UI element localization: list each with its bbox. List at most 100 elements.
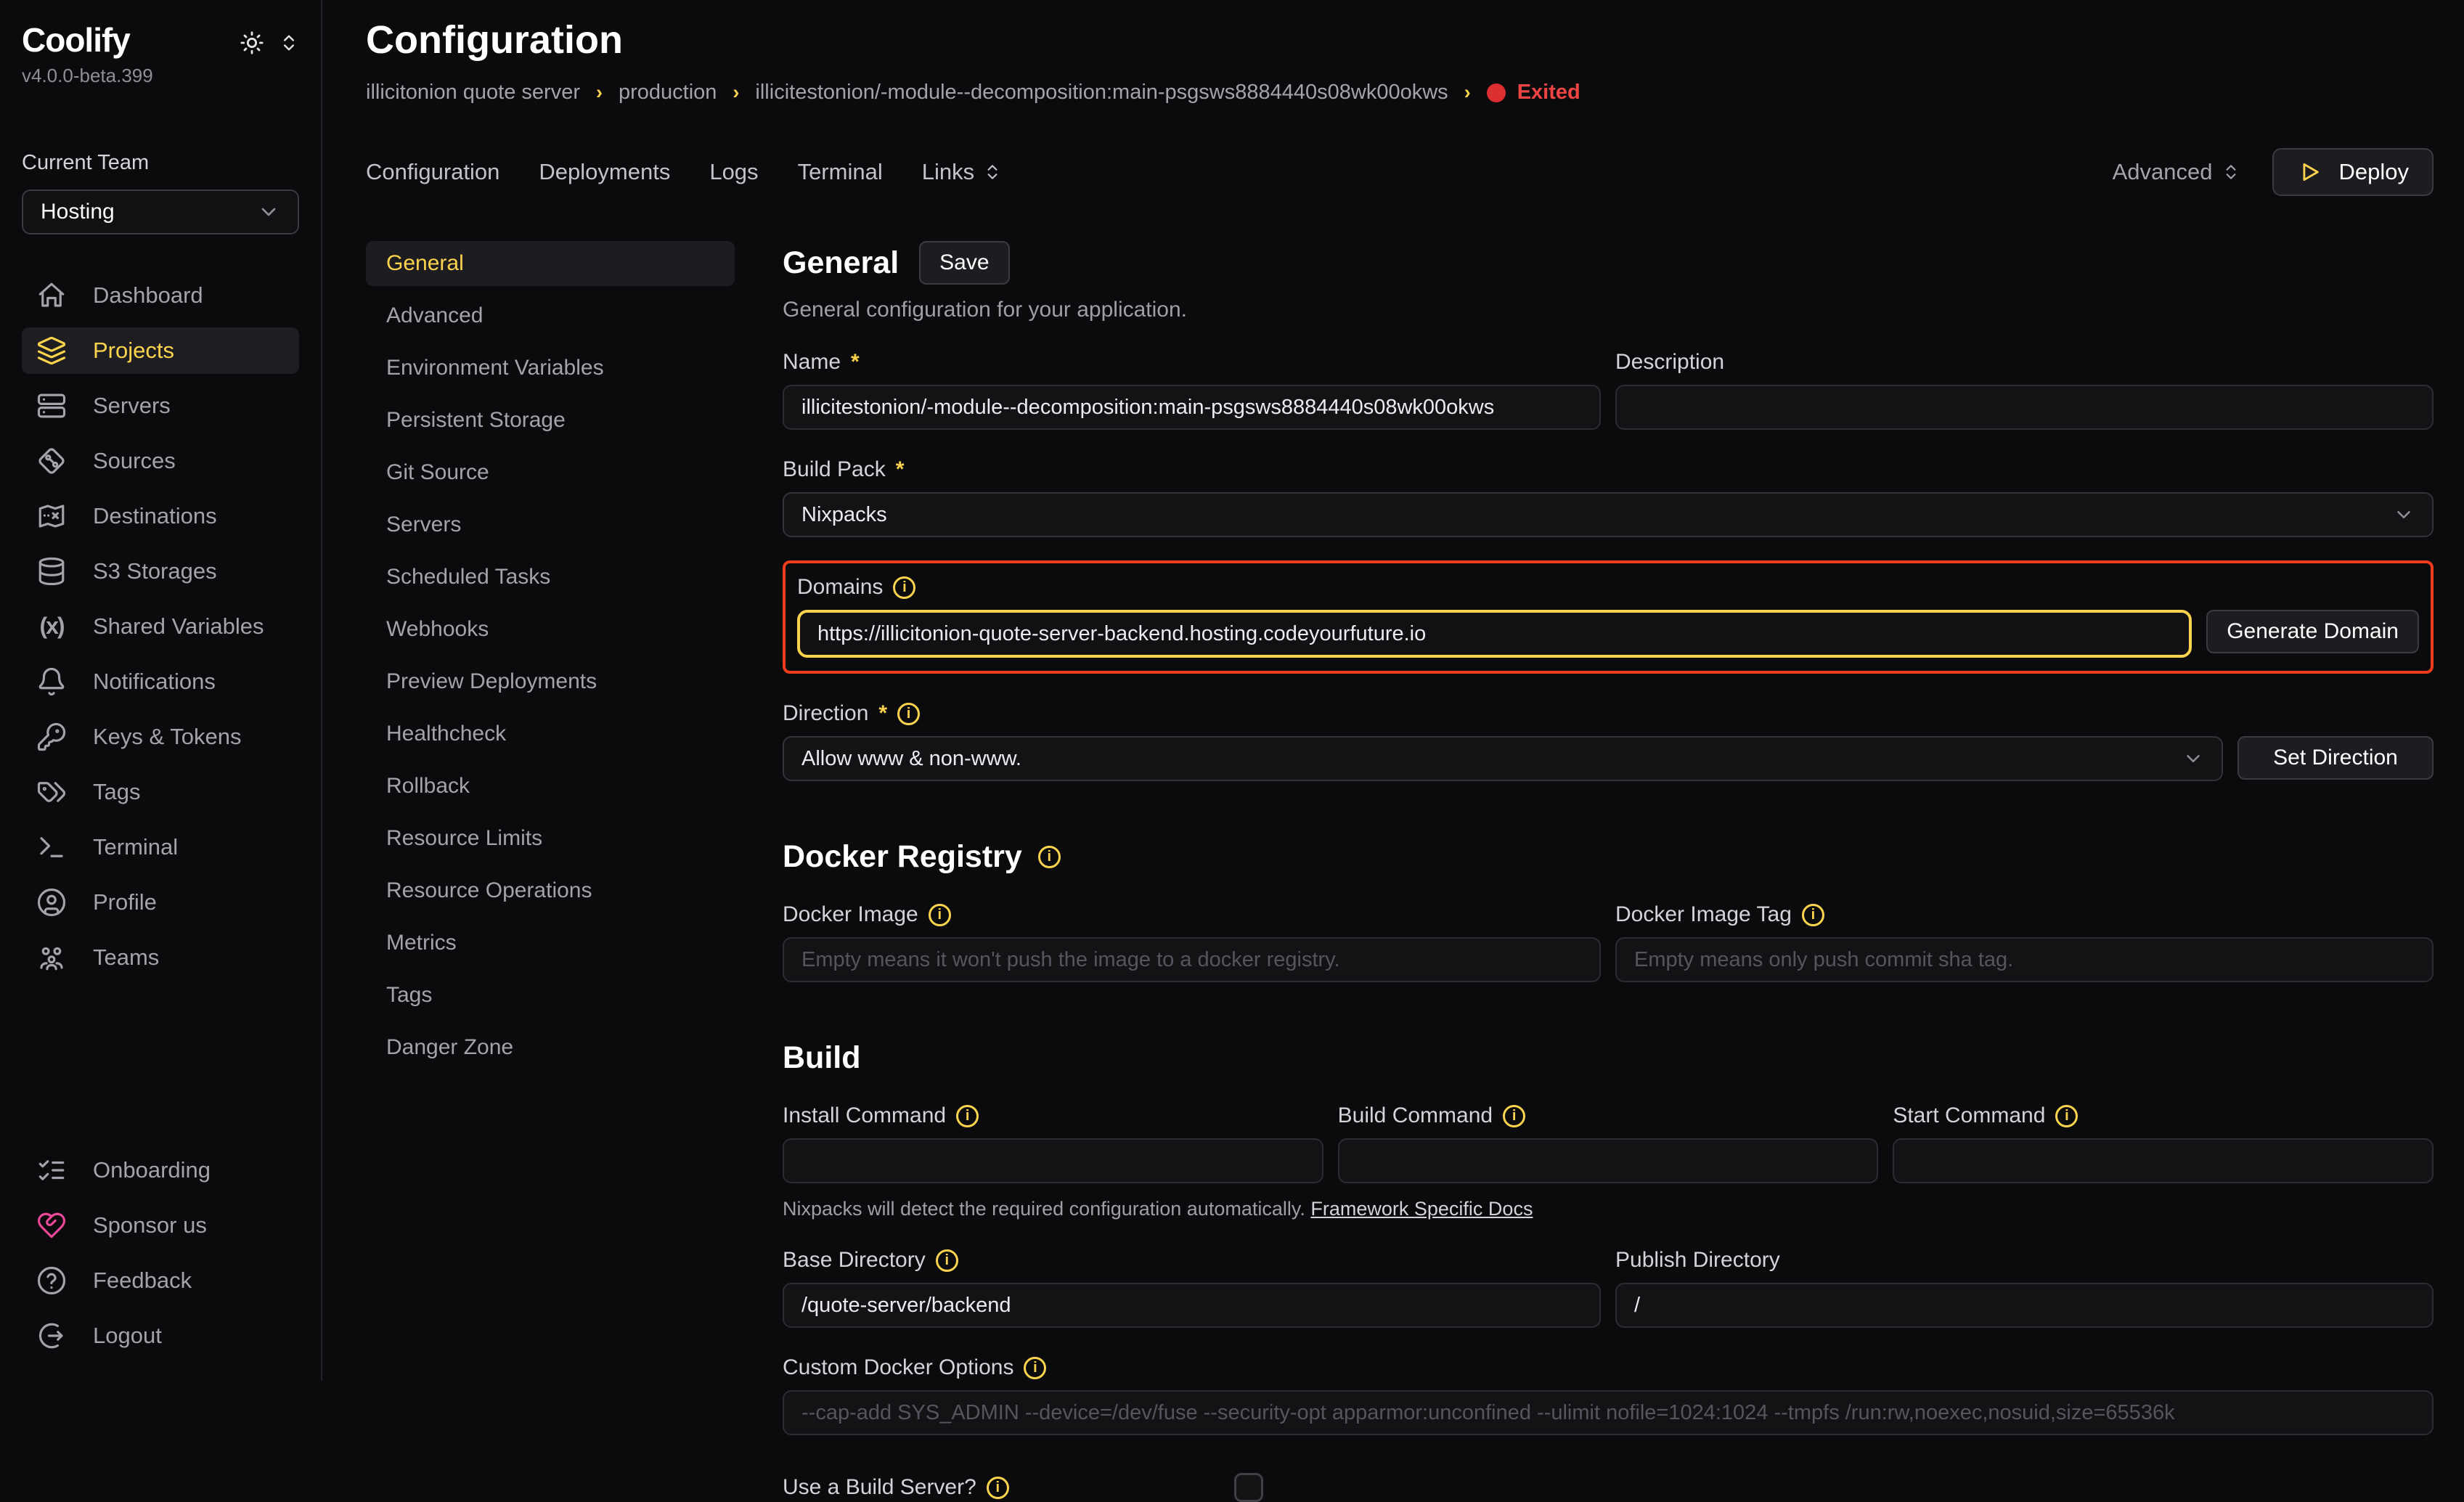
subnav-item-metrics[interactable]: Metrics [366,921,735,966]
sidebar-item-feedback[interactable]: Feedback [22,1257,299,1304]
sidebar-item-profile[interactable]: Profile [22,879,299,926]
advanced-label: Advanced [2113,159,2213,185]
sidebar-nav: Dashboard Projects Servers Sources Desti… [22,272,299,981]
sidebar: Coolify v4.0.0-beta.399 Current Team Hos… [0,0,322,1381]
info-icon[interactable]: i [987,1477,1009,1499]
sidebar-item-s3-storages[interactable]: S3 Storages [22,548,299,595]
info-icon[interactable]: i [1024,1357,1046,1379]
install-command-input[interactable] [783,1138,1323,1183]
direction-select[interactable]: Allow www & non-www. [783,736,2223,781]
tab-links[interactable]: Links [922,159,1002,185]
custom-docker-options-input[interactable] [783,1390,2434,1435]
sidebar-item-dashboard[interactable]: Dashboard [22,272,299,319]
sidebar-item-logout[interactable]: Logout [22,1313,299,1359]
help-circle-icon [36,1265,67,1296]
build-command-input[interactable] [1338,1138,1879,1183]
start-command-input[interactable] [1893,1138,2434,1183]
sidebar-item-shared-variables[interactable]: (x) Shared Variables [22,603,299,650]
info-icon[interactable]: i [897,703,920,725]
subnav-item-environment-variables[interactable]: Environment Variables [366,346,735,391]
main-content: Configuration illicitonion quote server … [322,0,2464,1381]
chevron-down-icon [257,200,280,224]
build-pack-select[interactable]: Nixpacks [783,492,2434,537]
subnav-item-resource-operations[interactable]: Resource Operations [366,868,735,913]
subnav-item-preview-deployments[interactable]: Preview Deployments [366,659,735,704]
theme-toggle-sun-icon[interactable] [240,30,264,55]
name-label: Name * [783,350,1601,375]
section-subtext: General configuration for your applicati… [783,298,2434,322]
base-directory-input[interactable] [783,1283,1601,1328]
sidebar-item-onboarding[interactable]: Onboarding [22,1147,299,1193]
team-select[interactable]: Hosting [22,189,299,234]
publish-directory-input[interactable] [1615,1283,2434,1328]
sidebar-item-sponsor-us[interactable]: Sponsor us [22,1202,299,1249]
sidebar-item-keys-tokens[interactable]: Keys & Tokens [22,714,299,760]
docker-image-tag-input[interactable] [1615,937,2434,982]
info-icon[interactable]: i [936,1249,958,1272]
info-icon[interactable]: i [2055,1105,2078,1127]
description-input[interactable] [1615,385,2434,430]
subnav-item-scheduled-tasks[interactable]: Scheduled Tasks [366,555,735,600]
tab-deployments[interactable]: Deployments [539,159,670,185]
sidebar-item-label: Logout [93,1323,162,1349]
subnav-item-git-source[interactable]: Git Source [366,450,735,495]
build-heading: Build [783,1040,2434,1076]
info-icon[interactable]: i [1038,846,1061,868]
sidebar-item-label: Profile [93,889,157,915]
domains-input[interactable] [797,610,2192,658]
tab-terminal[interactable]: Terminal [798,159,883,185]
sidebar-item-label: Tags [93,779,140,805]
subnav-item-healthcheck[interactable]: Healthcheck [366,711,735,756]
info-icon[interactable]: i [929,904,951,926]
sidebar-item-destinations[interactable]: Destinations [22,493,299,539]
tab-configuration[interactable]: Configuration [366,159,499,185]
domains-highlight-box: Domains i Generate Domain [783,560,2434,674]
sidebar-item-projects[interactable]: Projects [22,327,299,374]
sidebar-item-terminal[interactable]: Terminal [22,824,299,870]
sidebar-item-notifications[interactable]: Notifications [22,658,299,705]
subnav-item-servers[interactable]: Servers [366,502,735,547]
sidebar-item-teams[interactable]: Teams [22,934,299,981]
sidebar-item-label: Feedback [93,1268,192,1294]
breadcrumb-resource[interactable]: illicitestonion/-module--decomposition:m… [755,81,1448,105]
current-team-label: Current Team [22,151,299,175]
docker-image-input[interactable] [783,937,1601,982]
sidebar-item-sources[interactable]: Sources [22,438,299,484]
status-text: Exited [1517,81,1580,105]
sidebar-item-label: Projects [93,338,174,364]
build-server-checkbox[interactable] [1234,1473,1263,1502]
docker-registry-heading: Docker Registry i [783,839,2434,875]
framework-docs-link[interactable]: Framework Specific Docs [1310,1198,1533,1220]
info-icon[interactable]: i [893,576,915,599]
generate-domain-button[interactable]: Generate Domain [2206,610,2419,653]
breadcrumb-project[interactable]: illicitonion quote server [366,81,580,105]
info-icon[interactable]: i [1802,904,1824,926]
bell-icon [36,666,67,697]
advanced-toggle[interactable]: Advanced [2113,159,2240,185]
name-input[interactable] [783,385,1601,430]
subnav-item-webhooks[interactable]: Webhooks [366,607,735,652]
sidebar-item-label: Notifications [93,669,216,695]
subnav-item-tags[interactable]: Tags [366,973,735,1018]
subnav-item-advanced[interactable]: Advanced [366,293,735,338]
deploy-button[interactable]: Deploy [2272,148,2434,196]
subnav-item-general[interactable]: General [366,241,735,286]
sidebar-item-servers[interactable]: Servers [22,383,299,429]
set-direction-button[interactable]: Set Direction [2237,736,2434,780]
subnav-item-persistent-storage[interactable]: Persistent Storage [366,398,735,443]
info-icon[interactable]: i [956,1105,979,1127]
breadcrumb-environment[interactable]: production [619,81,717,105]
subnav-item-danger-zone[interactable]: Danger Zone [366,1025,735,1070]
database-icon [36,556,67,587]
subnav-item-resource-limits[interactable]: Resource Limits [366,816,735,861]
theme-select-chevrons-icon[interactable] [279,33,299,53]
sidebar-item-tags[interactable]: Tags [22,769,299,815]
info-icon[interactable]: i [1503,1105,1525,1127]
save-button[interactable]: Save [919,241,1009,285]
custom-docker-options-label: Custom Docker Options i [783,1355,2434,1380]
tab-logs[interactable]: Logs [709,159,758,185]
build-pack-value: Nixpacks [801,503,887,527]
chevron-right-icon: › [596,81,603,104]
chevrons-up-down-icon [2222,163,2240,181]
subnav-item-rollback[interactable]: Rollback [366,764,735,809]
